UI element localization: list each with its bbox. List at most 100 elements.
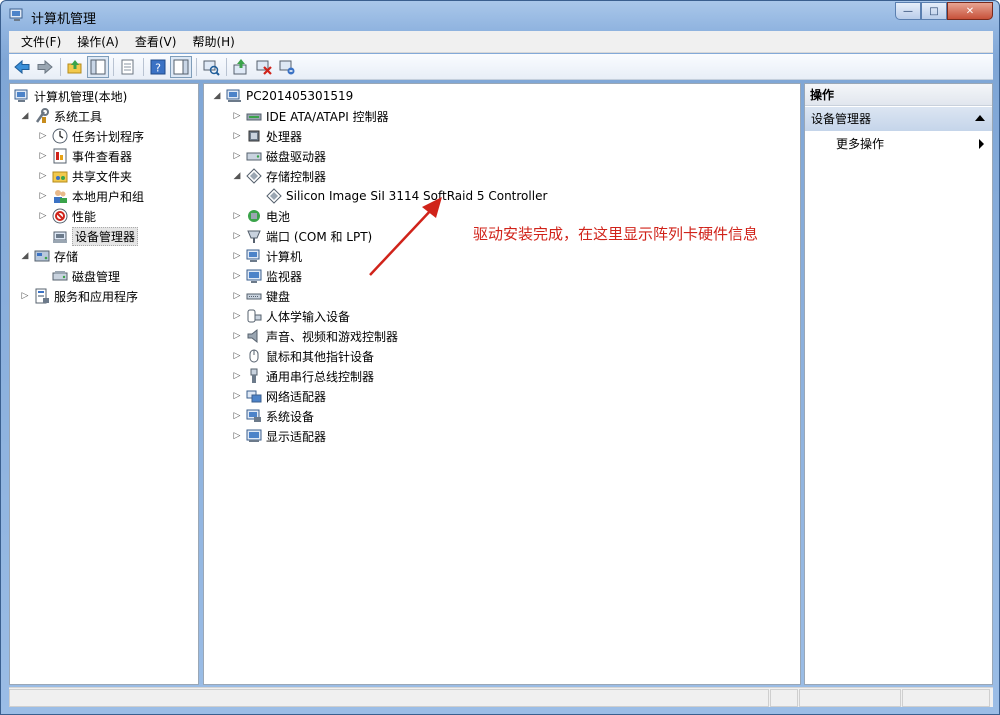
forward-button[interactable] (34, 56, 56, 78)
toolbar-separator (226, 57, 227, 76)
toolbar-separator (196, 57, 197, 76)
clock-icon (52, 128, 68, 144)
disk-management-icon (52, 268, 68, 284)
status-segment (770, 689, 798, 707)
export-button[interactable] (117, 56, 139, 78)
tree-item-label: 任务计划程序 (72, 129, 145, 144)
window-title: 计算机管理 (31, 12, 97, 27)
collapse-arrow-icon[interactable]: ◢ (20, 111, 30, 121)
status-segment (799, 689, 901, 707)
toolbar-separator (143, 57, 144, 76)
device-manager-icon (52, 228, 68, 244)
event-viewer-icon (52, 148, 68, 164)
up-folder-icon (67, 59, 82, 73)
minimize-button[interactable]: — (895, 2, 921, 20)
back-button[interactable] (11, 56, 33, 78)
tree-item-label: 计算机管理(本地) (34, 89, 128, 104)
tree-item-label: 磁盘管理 (72, 269, 121, 284)
users-icon (52, 188, 68, 204)
svg-text:?: ? (155, 61, 161, 74)
tree-item-local-users[interactable]: ▷ 本地用户和组 (38, 186, 144, 206)
menu-help[interactable]: 帮助(H) (184, 32, 242, 52)
show-action-pane-icon (173, 59, 189, 74)
window: 计算机管理 — □ ✕ 文件(F) 操作(A) 查看(V) 帮助(H) ? 计算… (0, 0, 1000, 715)
maximize-icon: □ (929, 5, 939, 17)
disable-device-button[interactable] (253, 56, 275, 78)
help-button[interactable]: ? (147, 56, 169, 78)
minimize-icon: — (903, 5, 913, 17)
tree-item-disk-management[interactable]: 磁盘管理 (38, 266, 120, 286)
toolbar-separator (113, 57, 114, 76)
tree-item-device-manager[interactable]: 设备管理器 (38, 226, 139, 246)
annotation-arrow (369, 197, 442, 276)
tree-item-label: 性能 (72, 209, 97, 224)
menu-view[interactable]: 查看(V) (127, 32, 185, 52)
up-folder-button[interactable] (64, 56, 86, 78)
expand-arrow-icon[interactable]: ▷ (38, 131, 48, 141)
uninstall-device-icon (279, 60, 295, 74)
device-tree-pane[interactable]: ◢ PC201405301519 ▷ IDE ATA/ATAPI 控制器 ▷ 处… (203, 83, 801, 685)
menu-file[interactable]: 文件(F) (13, 32, 69, 52)
show-tree-button[interactable] (87, 55, 109, 78)
scan-hardware-button[interactable] (200, 56, 222, 78)
performance-icon (52, 208, 68, 224)
back-icon (14, 59, 30, 74)
expand-arrow-icon[interactable]: ▷ (38, 191, 48, 201)
disable-device-icon (256, 60, 272, 75)
export-icon (121, 59, 134, 74)
tree-item-label: 共享文件夹 (72, 169, 133, 184)
show-tree-icon (90, 59, 106, 74)
tree-item-event-viewer[interactable]: ▷ 事件查看器 (38, 146, 132, 166)
tree-item-shared-folders[interactable]: ▷ 共享文件夹 (38, 166, 132, 186)
uninstall-device-button[interactable] (276, 56, 298, 78)
tree-item-task-scheduler[interactable]: ▷ 任务计划程序 (38, 126, 144, 146)
title-bar[interactable]: 计算机管理 — □ ✕ (1, 1, 999, 31)
collapse-up-icon[interactable] (975, 115, 985, 121)
help-icon: ? (150, 59, 166, 74)
actions-header: 操作 (805, 84, 992, 106)
tree-item-label: 设备管理器 (72, 226, 139, 246)
computer-management-icon (9, 8, 25, 22)
toolbar: ? (9, 54, 993, 80)
expand-arrow-icon[interactable]: ▷ (38, 211, 48, 221)
more-actions-label: 更多操作 (836, 137, 885, 151)
menu-bar: 文件(F) 操作(A) 查看(V) 帮助(H) (9, 31, 993, 53)
scan-hardware-icon (203, 60, 220, 76)
actions-pane: 操作 设备管理器 更多操作 (804, 83, 993, 685)
actions-group-device-manager[interactable]: 设备管理器 (805, 107, 992, 131)
tree-item-label: 事件查看器 (72, 149, 133, 164)
toolbar-separator (60, 57, 61, 76)
annotation-text: 驱动安装完成，在这里显示阵列卡硬件信息 (473, 225, 759, 243)
tree-item-services-apps[interactable]: ▷ 服务和应用程序 (20, 286, 138, 306)
close-icon: ✕ (965, 5, 975, 17)
services-icon (34, 288, 50, 304)
update-driver-button[interactable] (230, 56, 252, 78)
status-bar (9, 687, 993, 707)
actions-group-label: 设备管理器 (811, 112, 872, 126)
computer-management-icon (14, 88, 30, 104)
expand-arrow-icon[interactable]: ▷ (38, 171, 48, 181)
show-action-pane-button[interactable] (170, 55, 192, 78)
tree-item-system-tools[interactable]: ◢ 系统工具 (20, 106, 102, 126)
submenu-arrow-icon (979, 139, 984, 149)
system-tools-icon (34, 108, 50, 124)
menu-action[interactable]: 操作(A) (69, 32, 127, 52)
collapse-arrow-icon[interactable]: ◢ (20, 251, 30, 261)
status-segment (9, 689, 769, 707)
update-driver-icon (233, 58, 247, 74)
maximize-button[interactable]: □ (921, 2, 947, 20)
expand-arrow-icon[interactable]: ▷ (38, 151, 48, 161)
tree-item-computer-management[interactable]: 计算机管理(本地) (14, 86, 127, 106)
tree-item-storage[interactable]: ◢ 存储 (20, 246, 78, 266)
tree-item-performance[interactable]: ▷ 性能 (38, 206, 96, 226)
forward-icon (37, 59, 53, 74)
tree-item-label: 本地用户和组 (72, 189, 145, 204)
navigation-tree-pane[interactable]: 计算机管理(本地) ◢ 系统工具 ▷ 任务计划程序 ▷ 事件查看器 ▷ 共享文件… (9, 83, 199, 685)
more-actions-item[interactable]: 更多操作 (805, 134, 992, 154)
close-button[interactable]: ✕ (947, 2, 993, 20)
tree-item-label: 服务和应用程序 (54, 289, 139, 304)
shared-folder-icon (52, 168, 68, 184)
expand-arrow-icon[interactable]: ▷ (20, 291, 30, 301)
